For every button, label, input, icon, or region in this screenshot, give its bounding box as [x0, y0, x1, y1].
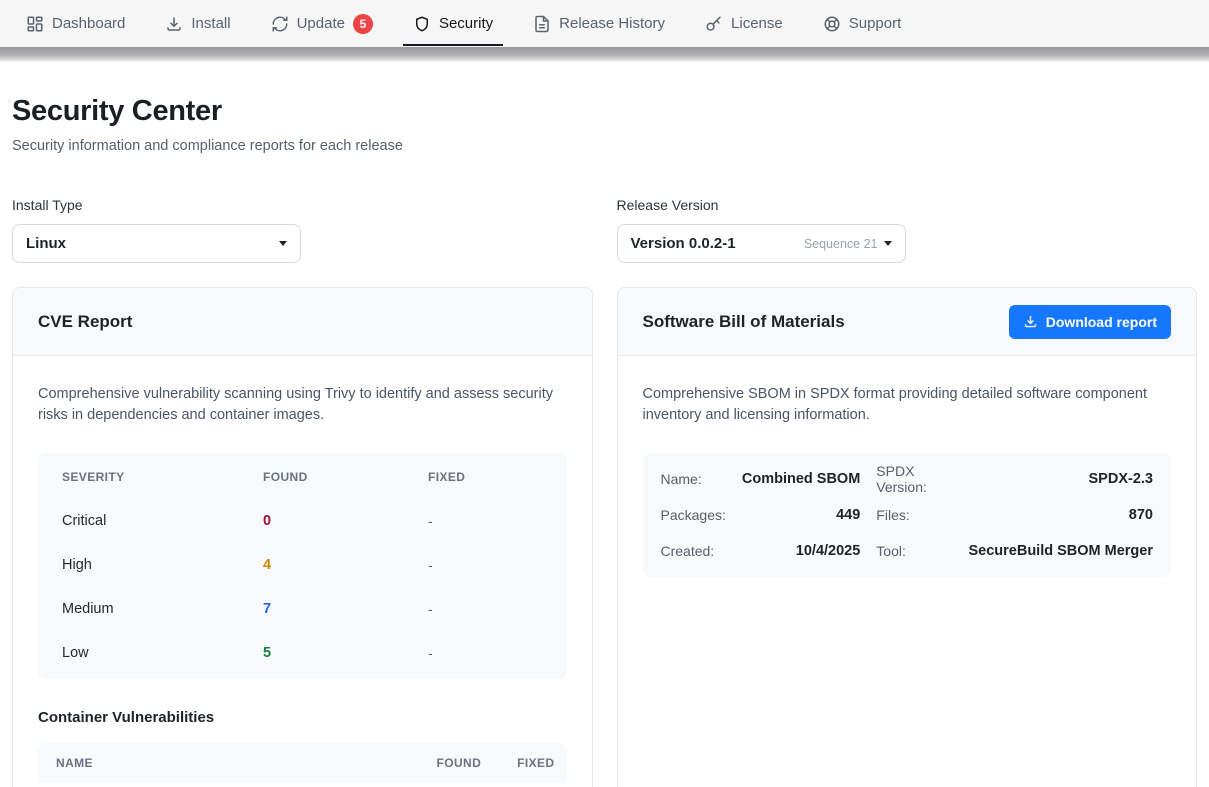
- nav-label: Security: [439, 15, 493, 32]
- sbom-created-label: Created:: [661, 533, 726, 569]
- sbom-tool-label: Tool:: [876, 533, 952, 569]
- nav-item-support[interactable]: Support: [813, 0, 912, 47]
- sbom-files-value: 870: [968, 497, 1153, 533]
- nav-label: Dashboard: [52, 15, 125, 32]
- install-type-field: Install Type Linux: [12, 197, 593, 263]
- top-navigation: Dashboard Install Update 5 Security Rele…: [0, 0, 1209, 47]
- fixed-value: -: [428, 601, 567, 617]
- download-report-label: Download report: [1046, 314, 1157, 330]
- security-icon: [413, 15, 431, 33]
- main-content: Security Center Security information and…: [0, 62, 1209, 787]
- update-count-badge: 5: [353, 14, 373, 34]
- page-subtitle: Security information and compliance repo…: [12, 138, 1197, 154]
- cve-card-title: CVE Report: [38, 312, 132, 332]
- sbom-created-value: 10/4/2025: [742, 533, 860, 569]
- severity-table-header: SEVERITY FOUND FIXED: [38, 455, 567, 499]
- install-type-value: Linux: [26, 235, 279, 252]
- nav-item-license[interactable]: License: [695, 0, 793, 47]
- col-severity: SEVERITY: [62, 470, 263, 484]
- scroll-shadow-band: [0, 47, 1209, 62]
- nav-label: Install: [191, 15, 230, 32]
- download-report-button[interactable]: Download report: [1009, 305, 1171, 339]
- nav-item-dashboard[interactable]: Dashboard: [16, 0, 135, 47]
- release-history-icon: [533, 15, 551, 33]
- sbom-tool-value: SecureBuild SBOM Merger: [968, 533, 1153, 569]
- sbom-name-value: Combined SBOM: [742, 461, 860, 497]
- table-row: Medium 7 -: [38, 587, 567, 631]
- fixed-value: -: [428, 513, 567, 529]
- release-version-select[interactable]: Version 0.0.2-1 Sequence 21: [617, 224, 906, 263]
- download-icon: [1023, 314, 1038, 329]
- nav-label: Release History: [559, 15, 665, 32]
- col-found: FOUND: [436, 756, 481, 770]
- install-type-select[interactable]: Linux: [12, 224, 301, 263]
- cve-description: Comprehensive vulnerability scanning usi…: [38, 384, 567, 426]
- col-fixed: FIXED: [428, 470, 567, 484]
- update-icon: [271, 15, 289, 33]
- sbom-packages-value: 449: [742, 497, 860, 533]
- sbom-packages-label: Packages:: [661, 497, 726, 533]
- severity-table: SEVERITY FOUND FIXED Critical 0 - High 4…: [38, 453, 567, 679]
- sbom-spdx-value: SPDX-2.3: [968, 461, 1153, 497]
- found-value: 0: [263, 513, 428, 529]
- nav-item-install[interactable]: Install: [155, 0, 240, 47]
- cve-report-card: CVE Report Comprehensive vulnerability s…: [12, 287, 593, 787]
- nav-label: License: [731, 15, 783, 32]
- container-table-header: NAME FOUND FIXED: [38, 743, 567, 783]
- release-version-value: Version 0.0.2-1: [631, 235, 804, 252]
- col-fixed: FIXED: [517, 756, 554, 770]
- cve-card-body: Comprehensive vulnerability scanning usi…: [13, 356, 592, 787]
- nav-item-release-history[interactable]: Release History: [523, 0, 675, 47]
- table-row: Critical 0 -: [38, 499, 567, 543]
- release-version-label: Release Version: [617, 197, 1198, 213]
- dashboard-icon: [26, 15, 44, 33]
- col-name: NAME: [56, 756, 436, 770]
- filters-row: Install Type Linux Release Version Versi…: [12, 197, 1197, 263]
- cards-grid: CVE Report Comprehensive vulnerability s…: [12, 287, 1197, 787]
- license-icon: [705, 15, 723, 33]
- page-title: Security Center: [12, 95, 1197, 128]
- table-row: High 4 -: [38, 543, 567, 587]
- sequence-hint: Sequence 21: [804, 237, 878, 251]
- severity-label: Low: [62, 645, 263, 661]
- sbom-card-header: Software Bill of Materials Download repo…: [618, 288, 1197, 356]
- sbom-name-label: Name:: [661, 461, 726, 497]
- install-type-label: Install Type: [12, 197, 593, 213]
- install-icon: [165, 15, 183, 33]
- severity-label: High: [62, 557, 263, 573]
- sbom-card: Software Bill of Materials Download repo…: [617, 287, 1198, 787]
- nav-label: Update: [297, 15, 345, 32]
- release-version-field: Release Version Version 0.0.2-1 Sequence…: [617, 197, 1198, 263]
- sbom-description: Comprehensive SBOM in SPDX format provid…: [643, 384, 1172, 426]
- severity-label: Critical: [62, 513, 263, 529]
- found-value: 4: [263, 557, 428, 573]
- severity-label: Medium: [62, 601, 263, 617]
- chevron-down-icon: [279, 241, 287, 246]
- nav-item-update[interactable]: Update 5: [261, 0, 383, 47]
- sbom-card-title: Software Bill of Materials: [643, 312, 845, 332]
- fixed-value: -: [428, 557, 567, 573]
- sbom-spdx-label: SPDX Version:: [876, 461, 952, 497]
- container-vulnerabilities-title: Container Vulnerabilities: [38, 709, 567, 726]
- found-value: 5: [263, 645, 428, 661]
- fixed-value: -: [428, 645, 567, 661]
- sbom-info-grid: Name: Combined SBOM SPDX Version: SPDX-2…: [643, 453, 1172, 577]
- sbom-card-body: Comprehensive SBOM in SPDX format provid…: [618, 356, 1197, 602]
- sbom-files-label: Files:: [876, 497, 952, 533]
- support-icon: [823, 15, 841, 33]
- nav-label: Support: [849, 15, 902, 32]
- found-value: 7: [263, 601, 428, 617]
- nav-item-security[interactable]: Security: [403, 0, 503, 47]
- cve-card-header: CVE Report: [13, 288, 592, 356]
- chevron-down-icon: [884, 241, 892, 246]
- col-found: FOUND: [263, 470, 428, 484]
- table-row: Low 5 -: [38, 631, 567, 675]
